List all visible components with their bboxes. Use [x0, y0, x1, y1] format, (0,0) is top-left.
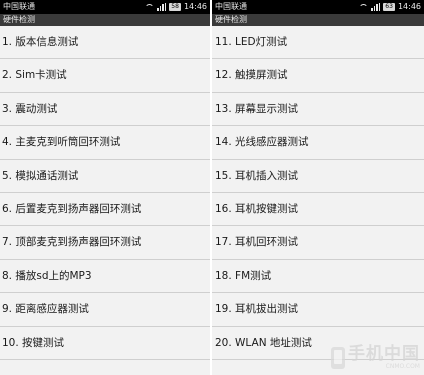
signal-icon	[371, 3, 381, 11]
carrier-label: 中国联通	[3, 2, 35, 11]
right-phone-screen: 中国联通 63 14:46 硬件检测 11. LED灯测试 12. 触摸屏测试 …	[212, 0, 424, 375]
carrier-label: 中国联通	[215, 2, 247, 11]
list-item-light-sensor-test[interactable]: 14. 光线感应器测试	[212, 126, 424, 160]
list-item-headset-insert-test[interactable]: 15. 耳机插入测试	[212, 160, 424, 193]
page-title: 硬件检测	[212, 14, 424, 26]
watermark-main: 手机中国	[348, 344, 420, 364]
left-phone-screen: 中国联通 58 14:46 硬件检测 1. 版本信息测试 2. Sim卡测试 3…	[0, 0, 210, 375]
list-item-headset-loop-test[interactable]: 17. 耳机回环测试	[212, 226, 424, 260]
clock: 14:46	[397, 2, 421, 11]
list-item-simulated-call-test[interactable]: 5. 模拟通话测试	[0, 160, 210, 193]
list-item-display-test[interactable]: 13. 屏幕显示测试	[212, 93, 424, 127]
watermark-sub: CNMO.COM	[385, 363, 420, 370]
list-item-led-test[interactable]: 11. LED灯测试	[212, 26, 424, 60]
clock: 14:46	[183, 2, 207, 11]
watermark: 手机中国 CNMO.COM	[331, 345, 420, 370]
status-bar: 中国联通 63 14:46	[212, 0, 424, 14]
signal-icon	[157, 3, 167, 11]
list-item-main-mic-earpiece-loop-test[interactable]: 4. 主麦克到听筒回环测试	[0, 126, 210, 160]
list-item-headset-removal-test[interactable]: 19. 耳机拔出测试	[212, 293, 424, 327]
cnmo-logo-icon	[331, 346, 345, 369]
list-item-key-test[interactable]: 10. 按键测试	[0, 327, 210, 360]
wifi-icon	[359, 3, 369, 11]
list-item-fm-test[interactable]: 18. FM测试	[212, 260, 424, 294]
test-list: 11. LED灯测试 12. 触摸屏测试 13. 屏幕显示测试 14. 光线感应…	[212, 26, 424, 360]
list-item-vibration-test[interactable]: 3. 震动测试	[0, 93, 210, 127]
list-item-sim-card-test[interactable]: 2. Sim卡测试	[0, 59, 210, 93]
status-bar: 中国联通 58 14:46	[0, 0, 210, 14]
wifi-icon	[145, 3, 155, 11]
list-item-play-sd-mp3[interactable]: 8. 播放sd上的MP3	[0, 260, 210, 294]
list-item-rear-mic-speaker-loop-test[interactable]: 6. 后置麦克到扬声器回环测试	[0, 193, 210, 227]
battery-icon: 58	[169, 3, 181, 11]
list-item-touchscreen-test[interactable]: 12. 触摸屏测试	[212, 59, 424, 93]
list-item-headset-key-test[interactable]: 16. 耳机按键测试	[212, 193, 424, 227]
battery-icon: 63	[383, 3, 395, 11]
test-list: 1. 版本信息测试 2. Sim卡测试 3. 震动测试 4. 主麦克到听筒回环测…	[0, 26, 210, 360]
list-item-version-info-test[interactable]: 1. 版本信息测试	[0, 26, 210, 60]
list-item-top-mic-speaker-loop-test[interactable]: 7. 顶部麦克到扬声器回环测试	[0, 226, 210, 260]
list-item-proximity-sensor-test[interactable]: 9. 距离感应器测试	[0, 293, 210, 327]
page-title: 硬件检测	[0, 14, 210, 26]
